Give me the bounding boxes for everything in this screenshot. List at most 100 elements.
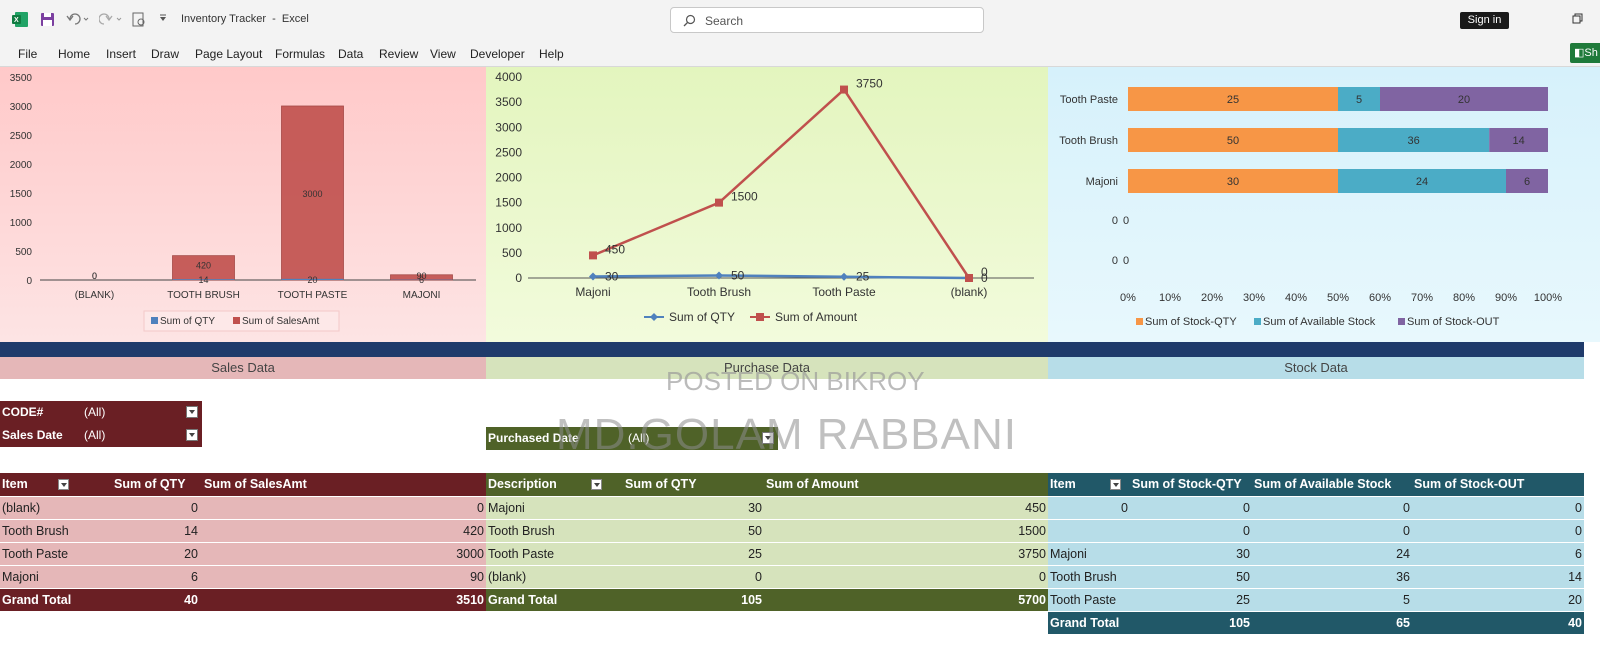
data-label-qty: 6 bbox=[419, 275, 424, 285]
sign-in-button[interactable]: Sign in bbox=[1460, 12, 1509, 29]
tab-draw[interactable]: Draw bbox=[151, 47, 179, 61]
x-tick-label: TOOTH BRUSH bbox=[167, 290, 240, 301]
redo-icon[interactable] bbox=[99, 12, 123, 26]
sales-date-filter-dropdown-icon[interactable] bbox=[186, 429, 198, 441]
customize-toolbar-icon[interactable] bbox=[159, 14, 167, 22]
search-box[interactable]: Search bbox=[670, 7, 984, 33]
cell-stock-qty: 0 bbox=[1130, 519, 1252, 543]
tab-view[interactable]: View bbox=[430, 47, 456, 61]
data-label: 50 bbox=[731, 268, 745, 282]
purchase-line-chart[interactable]: 05001000150020002500300035004000Majoni To… bbox=[486, 67, 1048, 342]
section-divider bbox=[0, 342, 1584, 357]
legend-label-qty: Sum of QTY bbox=[669, 310, 735, 324]
table-row: Tooth Paste 25 3750 bbox=[486, 542, 1048, 566]
table-row: Majoni 6 90 bbox=[0, 565, 486, 589]
table-row: Tooth Paste 25 5 20 bbox=[1048, 588, 1584, 612]
stock-item-filter-icon[interactable] bbox=[1109, 479, 1121, 491]
data-label: 30 bbox=[605, 269, 619, 283]
legend-swatch-qty bbox=[151, 317, 158, 324]
item-filter-icon[interactable] bbox=[57, 479, 69, 491]
cell-available: 24 bbox=[1252, 542, 1412, 566]
tab-review[interactable]: Review bbox=[379, 47, 418, 61]
x-tick-label: 80% bbox=[1453, 292, 1475, 304]
total-qty: 40 bbox=[100, 588, 200, 612]
stock-stacked-bar-chart[interactable]: Tooth Paste 25 5 20 Tooth Brush 50 36 14 Majoni 3… bbox=[1048, 67, 1600, 342]
table-row: (blank) 0 0 bbox=[486, 565, 1048, 589]
total-amount: 3510 bbox=[200, 588, 486, 612]
data-label: 0 bbox=[1123, 255, 1129, 267]
table-row: Tooth Brush 50 36 14 bbox=[1048, 565, 1584, 589]
marker-amount bbox=[589, 251, 597, 260]
y-tick-label: 500 bbox=[15, 247, 32, 258]
sales-date-filter-label: Sales Date bbox=[2, 428, 63, 442]
tab-data[interactable]: Data bbox=[338, 47, 363, 61]
tab-file[interactable]: File bbox=[18, 47, 37, 61]
cell-amount: 1500 bbox=[764, 519, 1048, 543]
tab-formulas[interactable]: Formulas bbox=[275, 47, 325, 61]
cell-available: 0 bbox=[1252, 519, 1412, 543]
undo-icon[interactable] bbox=[66, 12, 90, 26]
sales-bar-chart[interactable]: 0500100015002000250030003500(BLANK)00TOO… bbox=[0, 67, 486, 342]
code-filter-dropdown-icon[interactable] bbox=[186, 406, 198, 418]
table-row: 0 0 0 bbox=[1048, 519, 1584, 543]
legend-swatch bbox=[1254, 318, 1261, 325]
x-tick-label: (blank) bbox=[951, 285, 988, 299]
segment-label: 24 bbox=[1416, 176, 1428, 188]
segment-label: 36 bbox=[1407, 135, 1419, 147]
save-icon[interactable] bbox=[40, 12, 55, 27]
grand-total-row: Grand Total 105 65 40 bbox=[1048, 611, 1584, 635]
x-tick-label: MAJONI bbox=[403, 290, 441, 301]
data-label-qty: 0 bbox=[92, 271, 97, 281]
header-stock-qty: Sum of Stock-QTY bbox=[1130, 473, 1252, 497]
y-tick-label: 0 bbox=[515, 271, 522, 285]
cell-qty: 20 bbox=[100, 542, 200, 566]
cell-item: Tooth Paste bbox=[0, 542, 100, 566]
data-label: 0 bbox=[1123, 215, 1129, 227]
total-available: 65 bbox=[1252, 611, 1412, 635]
header-item[interactable]: Item bbox=[1048, 473, 1130, 497]
tab-home[interactable]: Home bbox=[58, 47, 90, 61]
cell-description: Tooth Brush bbox=[486, 519, 623, 543]
legend-swatch bbox=[1398, 318, 1405, 325]
table-row: (blank) 0 0 bbox=[0, 496, 486, 520]
description-filter-icon[interactable] bbox=[590, 479, 602, 491]
excel-logo-icon: X bbox=[12, 12, 28, 27]
code-filter-label: CODE# bbox=[2, 405, 44, 419]
cell-amount: 0 bbox=[200, 496, 486, 520]
header-sum-salesamt: Sum of SalesAmt bbox=[200, 473, 486, 497]
header-sum-qty: Sum of QTY bbox=[623, 473, 764, 497]
share-icon: ◧ bbox=[1574, 47, 1585, 59]
y-tick-label: 1500 bbox=[10, 189, 33, 200]
window-title: Inventory Tracker - Excel bbox=[181, 13, 309, 25]
grand-total-row: Grand Total 105 5700 bbox=[486, 588, 1048, 612]
x-tick-label: 70% bbox=[1411, 292, 1433, 304]
header-sum-amount: Sum of Amount bbox=[764, 473, 1048, 497]
cell-qty: 14 bbox=[100, 519, 200, 543]
y-category-label: Tooth Brush bbox=[1059, 135, 1118, 147]
data-label: 3750 bbox=[856, 77, 883, 91]
cell-qty: 0 bbox=[100, 496, 200, 520]
x-tick-label: Majoni bbox=[575, 285, 610, 299]
y-tick-label: 2500 bbox=[10, 131, 33, 142]
cell-amount: 0 bbox=[764, 565, 1048, 589]
tab-page-layout[interactable]: Page Layout bbox=[195, 47, 262, 61]
tab-insert[interactable]: Insert bbox=[106, 47, 136, 61]
share-button[interactable]: ◧Sh bbox=[1570, 43, 1600, 63]
data-label-salesamt: 3000 bbox=[302, 189, 322, 199]
print-preview-icon[interactable] bbox=[132, 12, 146, 27]
tab-help[interactable]: Help bbox=[539, 47, 564, 61]
tab-developer[interactable]: Developer bbox=[470, 47, 525, 61]
table-header: Item Sum of QTY Sum of SalesAmt bbox=[0, 473, 486, 497]
cell-item: Tooth Paste bbox=[1048, 588, 1130, 612]
x-tick-label: 10% bbox=[1159, 292, 1181, 304]
y-tick-label: 3000 bbox=[10, 102, 33, 113]
stock-chart-panel: Tooth Paste 25 5 20 Tooth Brush 50 36 14 Majoni 3… bbox=[1048, 67, 1600, 342]
cell-qty: 50 bbox=[623, 519, 764, 543]
restore-window-icon[interactable] bbox=[1572, 13, 1583, 24]
cell-stock-qty: 0 bbox=[1130, 496, 1252, 520]
header-item[interactable]: Item bbox=[0, 473, 100, 497]
segment-label: 5 bbox=[1356, 94, 1362, 106]
header-description[interactable]: Description bbox=[486, 473, 623, 497]
cell-item: Majoni bbox=[0, 565, 100, 589]
cell-amount: 450 bbox=[764, 496, 1048, 520]
